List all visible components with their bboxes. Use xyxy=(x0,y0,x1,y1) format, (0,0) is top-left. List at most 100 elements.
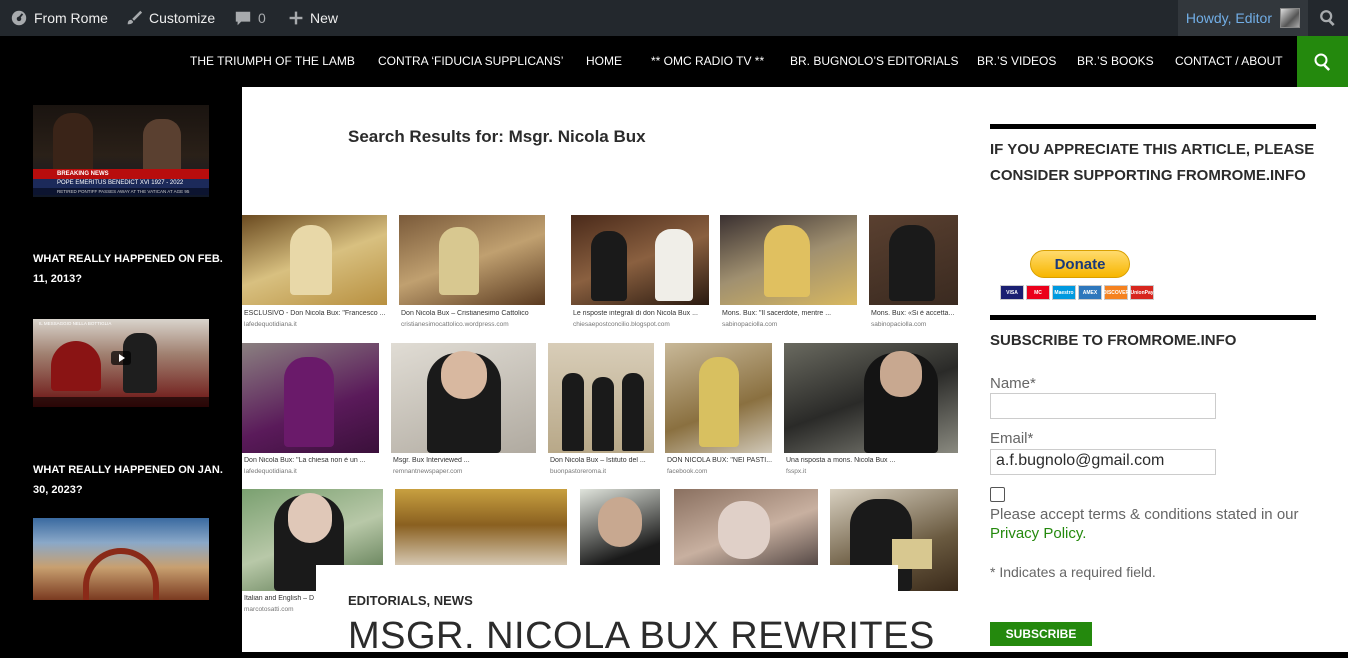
collage-caption: ESCLUSIVO - Don Nicola Bux: "Francesco .… xyxy=(244,310,386,317)
primary-navigation: THE TRIUMPH OF THE LAMB CONTRA ‘FIDUCIA … xyxy=(0,36,1348,87)
nav-item-books[interactable]: BR.’S BOOKS xyxy=(1077,36,1154,87)
collage-caption: Msgr. Bux Interviewed ... xyxy=(393,457,470,464)
collage-caption: DON NICOLA BUX: "NEI PASTI... xyxy=(667,457,772,464)
subscribe-button[interactable]: SUBSCRIBE xyxy=(990,622,1092,646)
main-content: Search Results for: Msgr. Nicola Bux ESC… xyxy=(242,87,958,657)
name-field[interactable] xyxy=(990,393,1216,419)
required-note: * Indicates a required field. xyxy=(990,564,1156,580)
new-label: New xyxy=(310,10,339,26)
amex-icon: AMEX xyxy=(1078,285,1102,300)
collage-caption: Don Nicola Bux – Istituto del ... xyxy=(550,457,646,464)
video-player-feb-2013[interactable]: IL MESSAGGIO NELLA BOTTIGLIA xyxy=(33,319,209,407)
subscribe-heading: SUBSCRIBE TO FROMROME.INFO xyxy=(990,332,1237,349)
reporter-figure xyxy=(53,113,93,173)
collage-source: remnantnewspaper.com xyxy=(393,468,463,475)
widget-divider xyxy=(990,124,1316,129)
new-content-menu[interactable]: New xyxy=(288,0,338,36)
collage-item: Una risposta a mons. Nicola Bux ... fssp… xyxy=(784,343,958,478)
collage-item: Le risposte integrali di don Nicola Bux … xyxy=(571,215,709,335)
collage-item: Msgr. Bux Interviewed ... remnantnewspap… xyxy=(391,343,536,478)
brush-icon xyxy=(127,10,143,25)
pope-figure xyxy=(51,341,101,391)
collage-source: chiesaepostconcilio.blogspot.com xyxy=(573,321,670,328)
nav-item-home[interactable]: HOME xyxy=(586,36,622,87)
customize-menu[interactable]: Customize xyxy=(125,0,215,36)
avatar xyxy=(1280,8,1300,28)
howdy-text: Howdy, Editor xyxy=(1185,10,1272,26)
page-title: Search Results for: Msgr. Nicola Bux xyxy=(348,127,646,146)
video-caption: IL MESSAGGIO NELLA BOTTIGLIA xyxy=(39,321,112,326)
widget-divider xyxy=(990,315,1316,320)
nav-item-triumph-of-the-lamb[interactable]: THE TRIUMPH OF THE LAMB xyxy=(190,36,355,87)
visa-card-icon: VISA xyxy=(1000,285,1024,300)
news-ticker: POPE EMERITUS BENEDICT XVI 1927 - 2022 xyxy=(33,179,209,188)
customize-label: Customize xyxy=(149,10,216,26)
collage-source: buonpastoreroma.it xyxy=(550,468,607,475)
payment-cards: VISA MC Maestro AMEX DISCOVER UnionPay xyxy=(1000,285,1154,300)
collage-source: lafedequotidiana.it xyxy=(244,468,297,475)
collage-caption: Le risposte integrali di don Nicola Bux … xyxy=(573,310,698,317)
nav-item-contra-fiducia[interactable]: CONTRA ‘FIDUCIA SUPPLICANS’ xyxy=(378,36,563,87)
collage-caption: Don Nicola Bux: "La chiesa non è un ... xyxy=(244,457,366,464)
dashboard-icon xyxy=(11,10,27,26)
collage-item: Mons. Bux: "Il sacerdote, mentre ... sab… xyxy=(720,215,857,335)
collage-source: sabinopaciolla.com xyxy=(722,321,778,328)
basilica-thumbnail[interactable] xyxy=(33,518,209,600)
collage-source: fsspx.it xyxy=(786,468,807,475)
play-icon xyxy=(119,354,125,362)
unionpay-icon: UnionPay xyxy=(1130,285,1154,300)
collage-source: cristianesimocattolico.wordpress.com xyxy=(401,321,509,328)
nav-search-button[interactable] xyxy=(1297,36,1348,87)
right-sidebar: IF YOU APPRECIATE THIS ARTICLE, PLEASE C… xyxy=(958,87,1348,652)
nav-item-videos[interactable]: BR.’S VIDEOS xyxy=(977,36,1056,87)
widget-title-feb-2013: WHAT REALLY HAPPENED ON FEB. 11, 2013? xyxy=(33,253,223,285)
collage-caption: Mons. Bux: "Il sacerdote, mentre ... xyxy=(722,310,832,317)
collage-item: DON NICOLA BUX: "NEI PASTI... facebook.c… xyxy=(665,343,772,478)
nav-item-contact-about[interactable]: CONTACT / ABOUT xyxy=(1175,36,1283,87)
discover-icon: DISCOVER xyxy=(1103,285,1129,300)
name-label: Name* xyxy=(990,375,1036,392)
collage-source: facebook.com xyxy=(667,468,708,475)
video-controls[interactable] xyxy=(33,397,209,407)
category-link-editorials[interactable]: EDITORIALS xyxy=(348,593,427,608)
collage-item: Mons. Bux: «Si è accetta... sabinopaciol… xyxy=(869,215,958,335)
collage-item: ESCLUSIVO - Don Nicola Bux: "Francesco .… xyxy=(242,215,387,335)
nav-item-editorials[interactable]: BR. BUGNOLO’S EDITORIALS xyxy=(790,36,959,87)
collage-caption: Mons. Bux: «Si è accetta... xyxy=(871,310,955,317)
email-label: Email* xyxy=(990,430,1034,447)
comment-icon xyxy=(235,11,251,26)
category-link-news[interactable]: NEWS xyxy=(434,593,473,608)
email-field[interactable]: a.f.bugnolo@gmail.com xyxy=(990,449,1216,475)
collage-item: Don Nicola Bux – Istituto del ... buonpa… xyxy=(548,343,654,478)
terms-label: Please accept terms & conditions stated … xyxy=(990,506,1299,523)
maestro-icon: Maestro xyxy=(1052,285,1076,300)
news-subticker: RETIRED PONTIFF PASSES AWAY AT THE VATIC… xyxy=(33,188,209,195)
terms-text: Please accept terms & conditions stated … xyxy=(990,505,1320,543)
admin-search-button[interactable] xyxy=(1308,0,1348,36)
collage-caption: Una risposta a mons. Nicola Bux ... xyxy=(786,457,896,464)
my-account-menu[interactable]: Howdy, Editor xyxy=(1177,0,1308,36)
widget-title-jan-2023: WHAT REALLY HAPPENED ON JAN. 30, 2023? xyxy=(33,464,223,496)
admin-bar: From Rome Customize 0 New Howdy, Editor xyxy=(0,0,1348,36)
site-name-menu[interactable]: From Rome xyxy=(10,0,108,36)
donate-button[interactable]: Donate xyxy=(1030,250,1130,278)
collage-caption: Don Nicola Bux – Cristianesimo Cattolico xyxy=(401,310,529,317)
collage-item: Don Nicola Bux: "La chiesa non è un ... … xyxy=(242,343,379,478)
terms-checkbox[interactable] xyxy=(990,487,1005,502)
search-icon xyxy=(1314,53,1330,71)
entry-categories: EDITORIALS, NEWS xyxy=(348,593,473,608)
comments-count: 0 xyxy=(258,10,266,26)
comments-menu[interactable]: 0 xyxy=(234,0,266,36)
arch-shape xyxy=(83,548,159,600)
mastercard-icon: MC xyxy=(1026,285,1050,300)
site-name: From Rome xyxy=(34,10,108,26)
video-thumbnail-benedict[interactable]: BREAKING NEWS POPE EMERITUS BENEDICT XVI… xyxy=(33,105,209,197)
collage-source: lafedequotidiana.it xyxy=(244,321,297,328)
left-sidebar: BREAKING NEWS POPE EMERITUS BENEDICT XVI… xyxy=(0,87,242,652)
play-button[interactable] xyxy=(111,351,131,365)
nav-item-omc-radio-tv[interactable]: ** OMC RADIO TV ** xyxy=(651,36,764,87)
search-icon xyxy=(1320,10,1335,27)
plus-icon xyxy=(289,11,303,25)
privacy-policy-link[interactable]: Privacy Policy. xyxy=(990,525,1086,542)
breaking-news-banner: BREAKING NEWS xyxy=(33,169,209,179)
